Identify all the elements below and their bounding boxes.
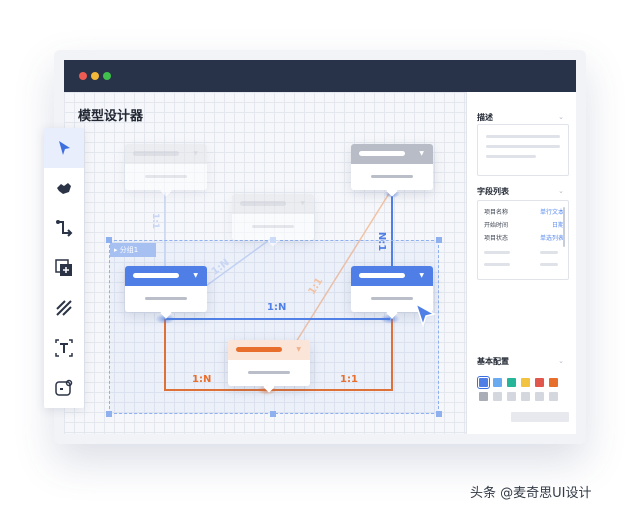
entity-card-header[interactable]: ▼ (228, 340, 310, 360)
group-tag[interactable]: ▸ 分组1 (110, 243, 156, 257)
entity-card[interactable]: ▼ (125, 144, 207, 197)
entity-field-placeholder (371, 175, 413, 178)
image-tool-icon (55, 379, 73, 396)
pan-hand-icon (57, 183, 71, 194)
entity-field-placeholder (248, 371, 290, 374)
entity-field-placeholder (371, 297, 413, 300)
entity-title-placeholder (133, 273, 179, 278)
entity-field-placeholder (252, 225, 294, 228)
relation-label[interactable]: 1:1 (340, 374, 358, 385)
entity-title-placeholder (240, 201, 286, 206)
relation-label[interactable]: 1:1 (150, 213, 160, 229)
resize-handle[interactable] (270, 411, 276, 417)
entity-title-placeholder (359, 151, 405, 156)
tool-text[interactable] (44, 328, 84, 368)
group-label: 分组1 (119, 246, 139, 254)
entity-card-header[interactable]: ▼ (351, 144, 433, 164)
chevron-down-icon[interactable]: ▼ (300, 200, 305, 207)
chevron-down-icon[interactable]: ▼ (419, 272, 424, 279)
resize-handle[interactable] (106, 237, 112, 243)
watermark-text: 头条 @麦奇思UI设计 (470, 486, 592, 501)
resize-handle[interactable] (436, 411, 442, 417)
chevron-down-icon[interactable]: ▼ (419, 150, 424, 157)
entity-card[interactable]: ▼ (351, 144, 433, 197)
entity-card[interactable]: ▼ (228, 340, 310, 393)
entity-card-header[interactable]: ▼ (232, 194, 314, 214)
entity-field-placeholder (145, 297, 187, 300)
text-tool-icon (55, 339, 73, 357)
relation-draw-icon (56, 300, 72, 316)
tool-pan[interactable] (44, 168, 84, 208)
entity-field-placeholder (145, 175, 187, 178)
select-arrow-icon (59, 141, 70, 155)
entity-card[interactable]: ▼ (125, 266, 207, 319)
entity-card-header[interactable]: ▼ (125, 266, 207, 286)
tool-relation[interactable] (44, 288, 84, 328)
tool-image[interactable] (44, 368, 84, 408)
chevron-down-icon[interactable]: ▼ (296, 346, 301, 353)
relation-label[interactable]: N:1 (376, 232, 387, 251)
entity-card-header[interactable]: ▼ (351, 266, 433, 286)
tool-select[interactable] (44, 128, 84, 168)
entity-title-placeholder (236, 347, 282, 352)
add-entity-icon (55, 259, 72, 276)
entity-title-placeholder (133, 151, 179, 156)
chevron-down-icon[interactable]: ▼ (193, 150, 198, 157)
mouse-cursor-icon (414, 302, 437, 328)
entity-card[interactable]: ▼ (232, 194, 314, 247)
tool-add-entity[interactable] (44, 248, 84, 288)
connector-icon (56, 220, 73, 237)
resize-handle[interactable] (436, 237, 442, 243)
resize-handle[interactable] (106, 411, 112, 417)
tool-palette (44, 128, 84, 408)
entity-card-header[interactable]: ▼ (125, 144, 207, 164)
chevron-down-icon[interactable]: ▼ (193, 272, 198, 279)
relation-label[interactable]: 1:N (192, 374, 211, 385)
entity-title-placeholder (359, 273, 405, 278)
tool-connector[interactable] (44, 208, 84, 248)
relation-label[interactable]: 1:N (267, 302, 286, 313)
